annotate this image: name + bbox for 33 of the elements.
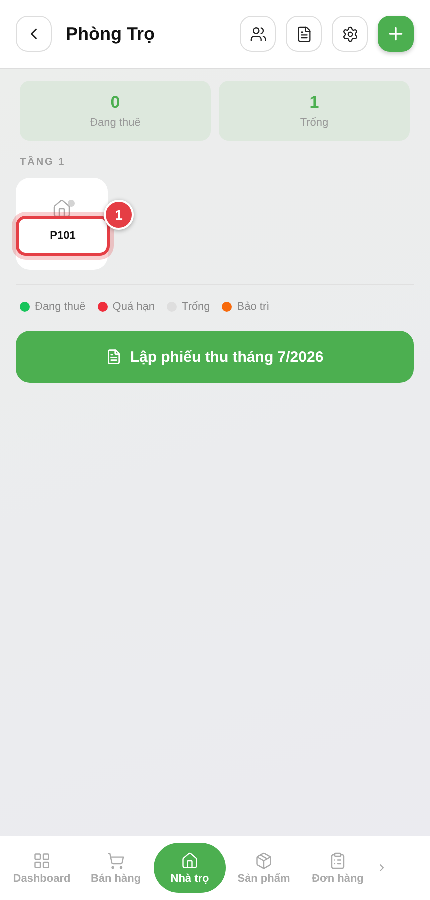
add-button[interactable] [378, 16, 414, 52]
page-title: Phòng Trọ [66, 24, 156, 44]
users-icon [250, 26, 266, 42]
legend-label: Trống [182, 301, 210, 313]
room-card[interactable]: P101 [16, 178, 108, 270]
stat-label: Trống [300, 117, 329, 129]
nav-tab[interactable]: Nhà trọ [154, 843, 226, 893]
cart-icon [107, 852, 125, 870]
clipboard-icon [329, 852, 347, 870]
step-badge: 1 [104, 200, 134, 230]
stat-value: 1 [310, 93, 320, 113]
legend-label: Quá hạn [112, 301, 155, 313]
nav-tab[interactable]: Sản phẩm [228, 843, 300, 893]
document-icon [296, 26, 312, 42]
room-name: P101 [16, 216, 110, 256]
settings-button[interactable] [332, 16, 368, 52]
nav-tab[interactable]: Dashboard [6, 843, 78, 893]
floor-title: TẦNG 1 [20, 157, 67, 168]
stat-label: Đang thuê [90, 117, 141, 129]
document-button[interactable] [286, 16, 322, 52]
stat-value: 0 [110, 93, 120, 113]
grid-icon [33, 852, 51, 870]
legend-label: Bảo trì [237, 301, 270, 313]
home-icon [52, 199, 72, 219]
home-icon [181, 852, 199, 870]
create-receipt-button[interactable]: Lập phiếu thu tháng 7/2026 [16, 331, 414, 383]
box-icon [255, 852, 273, 870]
legend-label: Đang thuê [35, 301, 86, 313]
nav-tab[interactable]: Đơn hàng [302, 843, 374, 893]
document-icon [106, 349, 122, 365]
nav-tab[interactable]: Bán hàng [80, 843, 152, 893]
tenants-button[interactable] [240, 16, 276, 52]
settings-icon [342, 26, 358, 42]
